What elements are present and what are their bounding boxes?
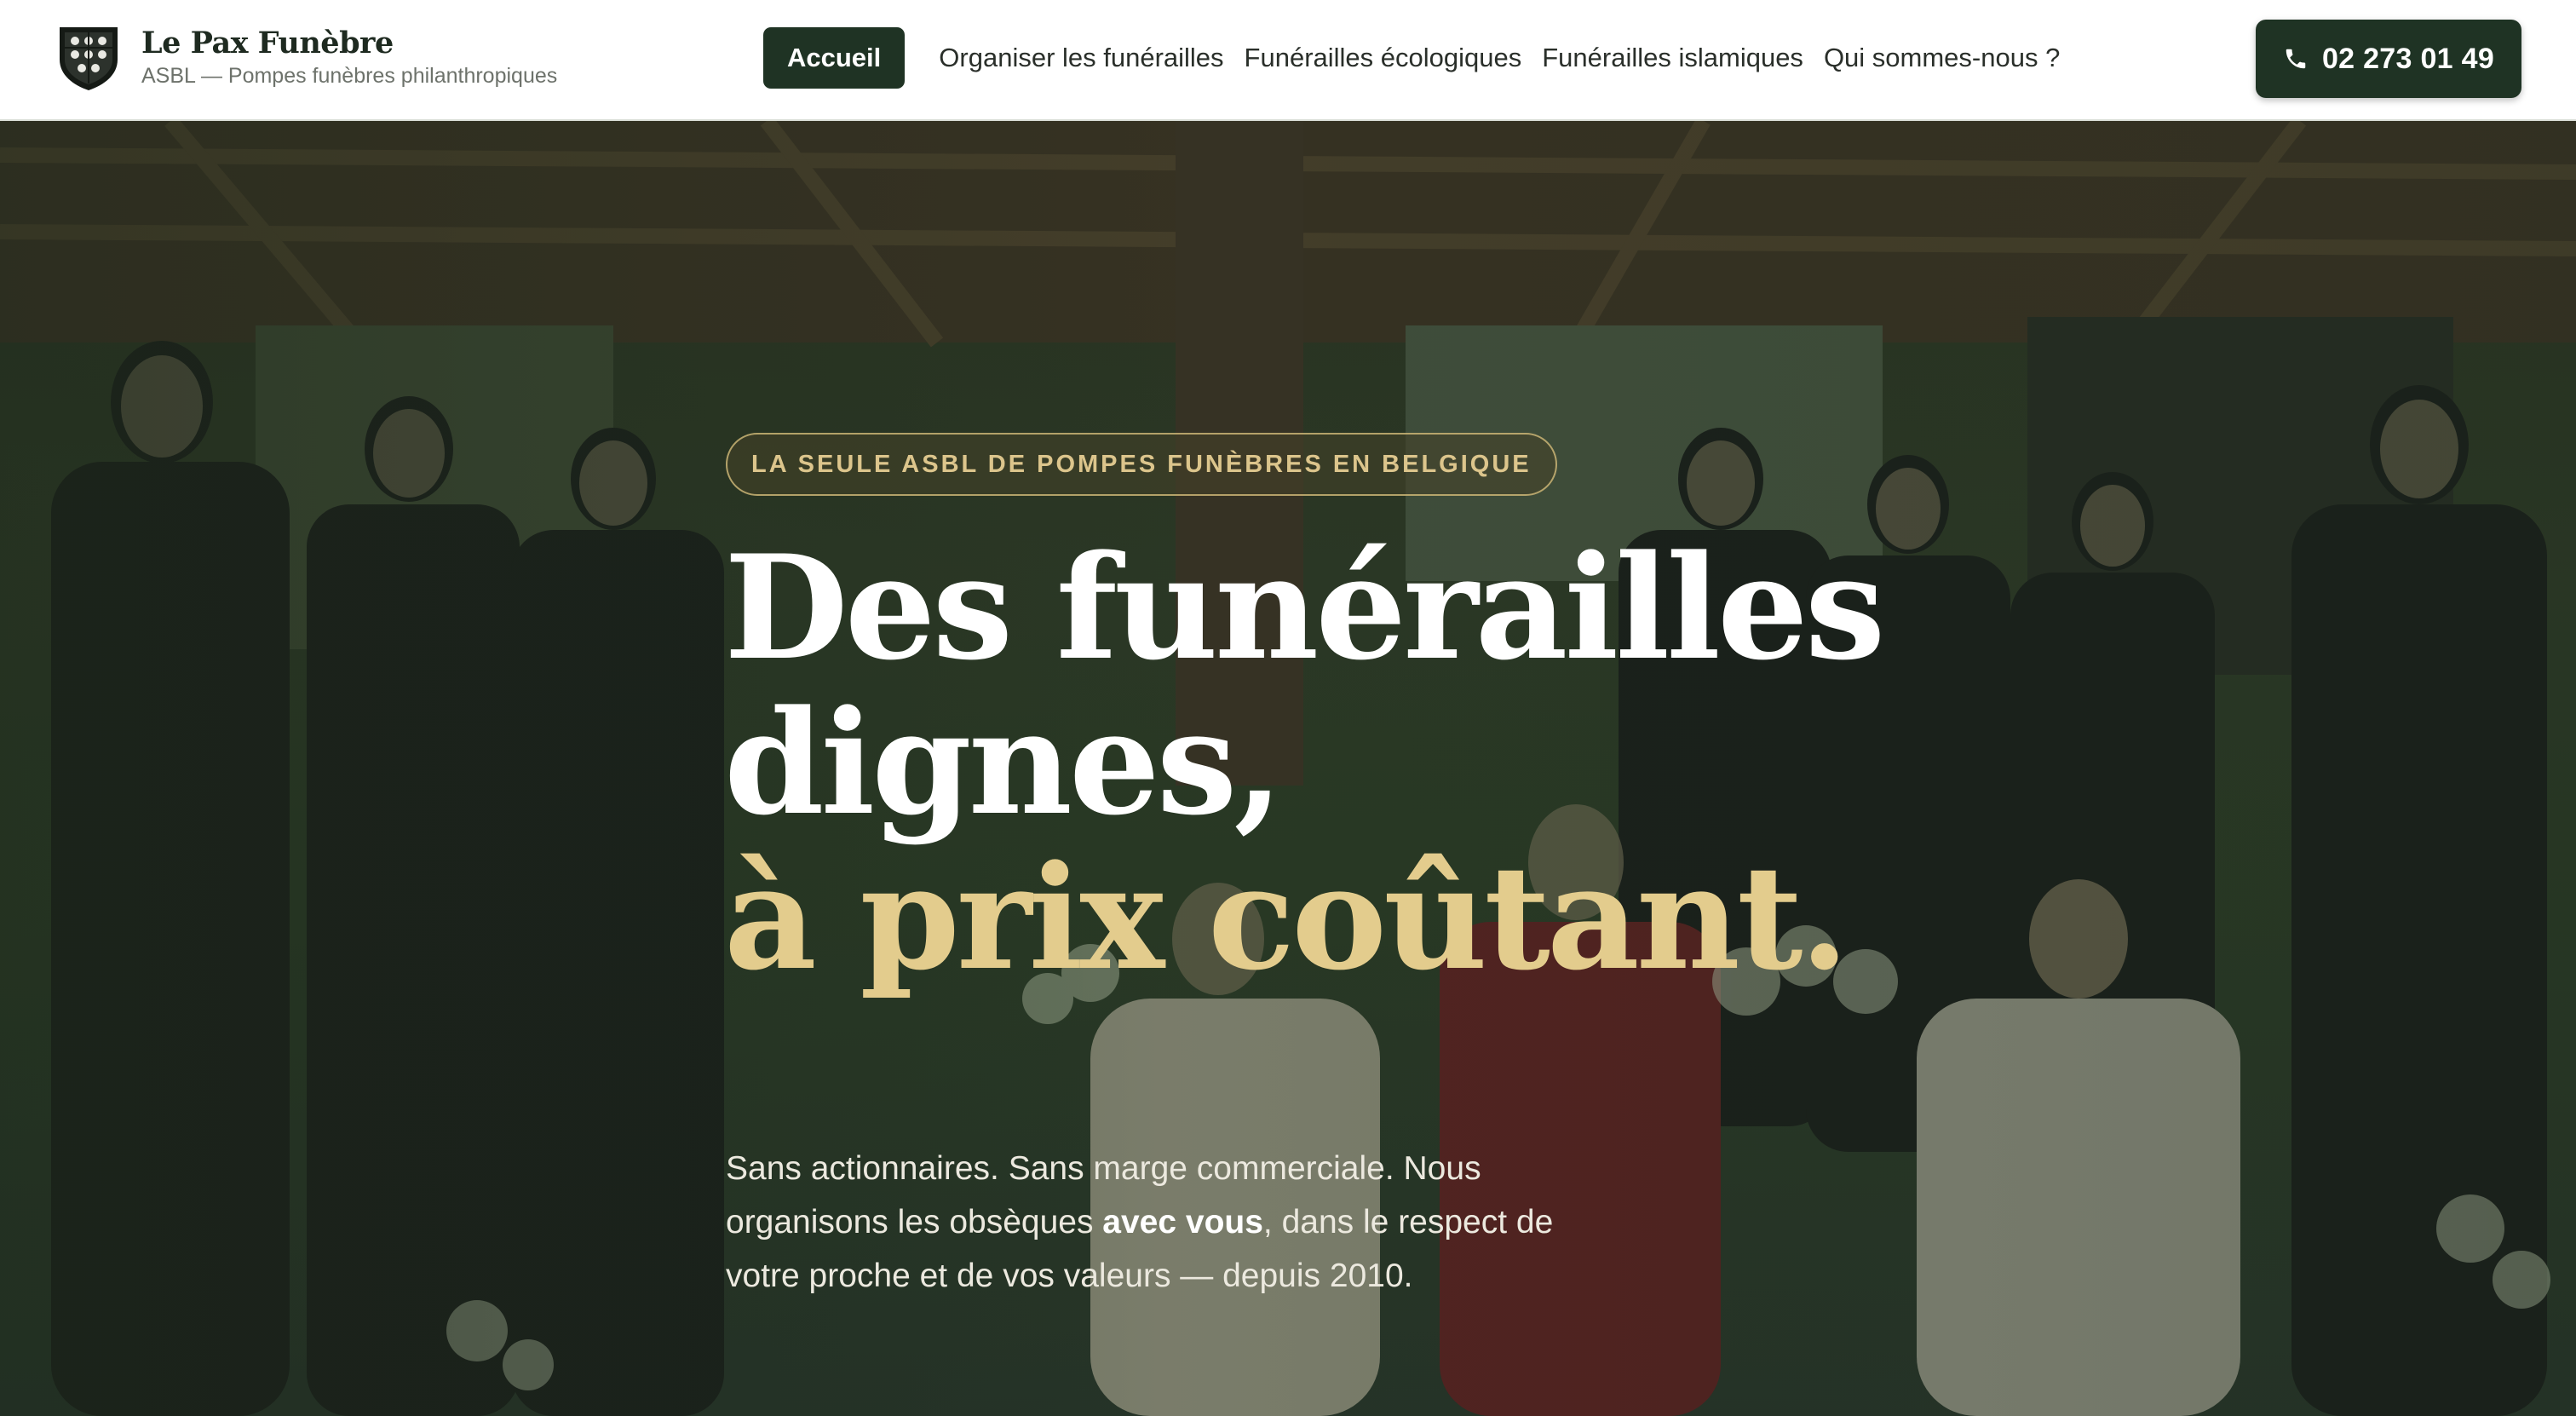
nav-item-accueil[interactable]: Accueil: [763, 27, 906, 89]
nav-item-organiser-funerailles[interactable]: Organiser les funérailles: [929, 27, 1233, 89]
site-header: Le Pax Funèbre ASBL — Pompes funèbres ph…: [0, 0, 2576, 121]
hero-lead-text: Sans actionnaires. Sans marge commercial…: [726, 1142, 1578, 1303]
crest-shield-icon: [60, 27, 118, 90]
brand-title: Le Pax Funèbre: [141, 26, 394, 60]
nav-item-qui-sommes-nous[interactable]: Qui sommes-nous ?: [1814, 27, 2070, 89]
hero-badge: LA SEULE ASBL DE POMPES FUNÈBRES EN BELG…: [726, 433, 1557, 496]
brand-subtitle: ASBL — Pompes funèbres philanthropiques: [141, 64, 558, 88]
phone-number: 02 273 01 49: [2321, 42, 2495, 75]
headline-line-1: Des funérailles: [724, 523, 1885, 692]
nav-item-funerailles-ecologiques[interactable]: Funérailles écologiques: [1234, 27, 1532, 89]
hero-headline: Des funérailles dignes, à prix coûtant.: [724, 530, 1917, 995]
brand-link[interactable]: Le Pax Funèbre ASBL — Pompes funèbres ph…: [55, 24, 557, 92]
main-nav: Accueil Organiser les funérailles Funéra…: [763, 27, 2070, 89]
brand-text: Le Pax Funèbre ASBL — Pompes funèbres ph…: [141, 26, 557, 89]
phone-icon: [2286, 49, 2306, 69]
headline-line-2: dignes,: [724, 678, 1284, 847]
phone-call-button[interactable]: 02 273 01 49: [2256, 20, 2521, 98]
headline-line-3: à prix coûtant.: [724, 833, 1849, 1002]
hero-section: LA SEULE ASBL DE POMPES FUNÈBRES EN BELG…: [0, 121, 2576, 1416]
nav-item-funerailles-islamiques[interactable]: Funérailles islamiques: [1532, 27, 1814, 89]
lead-text-emphasis: avec vous: [1102, 1204, 1263, 1240]
